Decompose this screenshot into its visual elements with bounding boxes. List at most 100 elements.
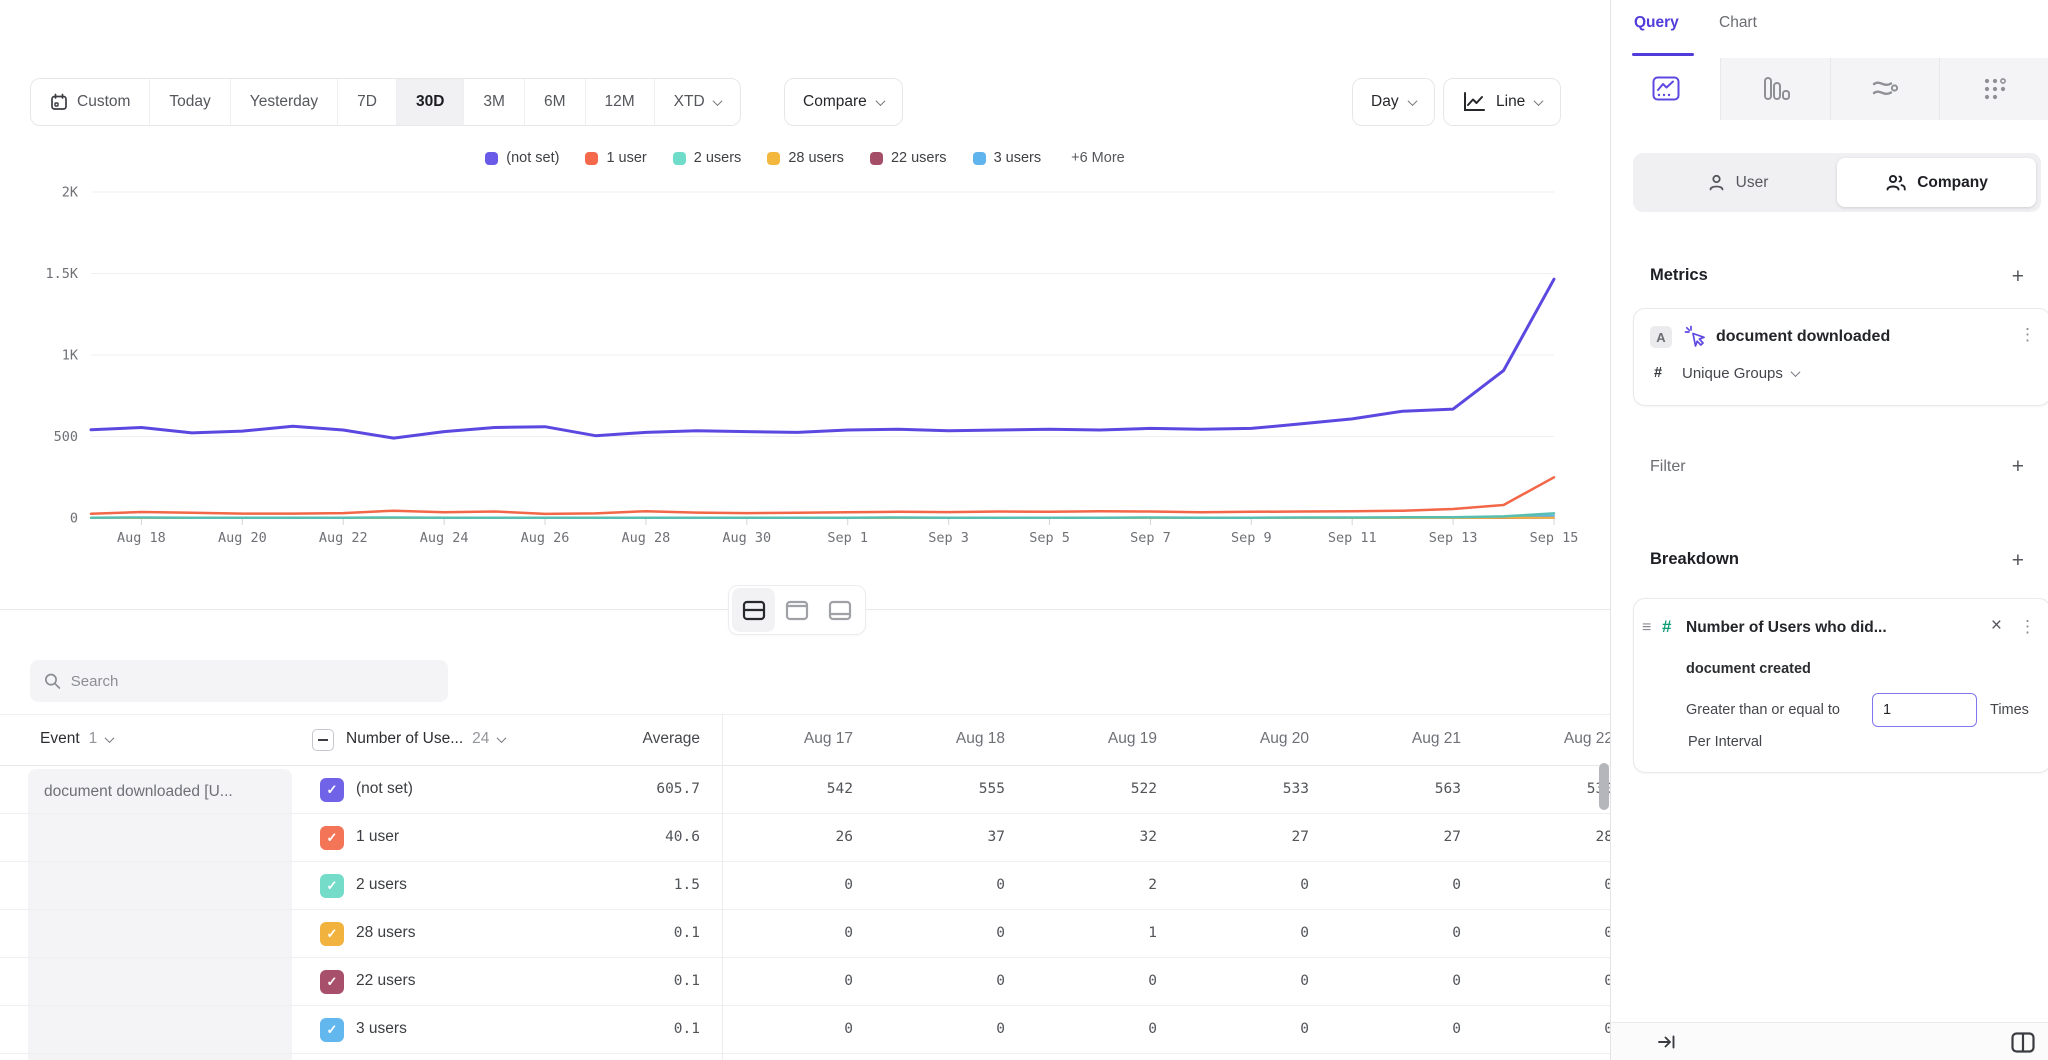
range-label: 7D (357, 93, 377, 111)
cell-value: 563 (1321, 781, 1461, 797)
breakdown-kebab-icon[interactable]: ⋮ (2019, 617, 2036, 637)
series-checkbox[interactable]: ✓ (320, 922, 344, 946)
range-7d[interactable]: 7D (338, 79, 397, 125)
select-all-checkbox[interactable] (312, 729, 334, 751)
breakdown-card[interactable]: ≡ # Number of Users who did... × ⋮ docum… (1633, 598, 2048, 773)
series-label: 2 users (356, 876, 407, 894)
range-custom[interactable]: Custom (31, 79, 150, 125)
tab-line-chart[interactable] (1611, 58, 1720, 120)
tab-flow-chart[interactable] (1830, 58, 1940, 120)
cell-value: 0 (1321, 1021, 1461, 1037)
cell-value: 0 (713, 877, 853, 893)
add-filter-button[interactable]: + (2012, 456, 2024, 477)
drag-handle-icon[interactable]: ≡ (1642, 619, 1651, 637)
table-row: ✓2 users1.5002000 (0, 862, 1610, 910)
main-area: CustomToday Yesterday 7D 30D 3M 6M 12M XTD Comp… (0, 0, 1610, 1060)
range-3m[interactable]: 3M (464, 79, 525, 125)
range-30d[interactable]: 30D (397, 79, 464, 125)
cell-value: 530 (1473, 781, 1610, 797)
range-12m[interactable]: 12M (586, 79, 655, 125)
active-tab-underline (1632, 53, 1694, 56)
scope-user[interactable]: User (1638, 158, 1837, 207)
layout-bottom-panel-view-button[interactable] (819, 588, 862, 632)
series-checkbox[interactable]: ✓ (320, 778, 344, 802)
minus-icon (318, 739, 328, 741)
bar-chart-icon (1762, 76, 1790, 102)
cell-value: 0 (713, 925, 853, 941)
svg-text:Aug 30: Aug 30 (722, 530, 771, 546)
chart-type-button[interactable]: Line (1443, 78, 1561, 126)
metric-badge: A (1650, 326, 1672, 348)
interval-button[interactable]: Day (1352, 78, 1435, 126)
svg-text:Sep 11: Sep 11 (1328, 530, 1377, 546)
cell-value: 542 (713, 781, 853, 797)
table-row: ✓22 users0.1000000 (0, 958, 1610, 1006)
scope-toggle: User Company (1633, 153, 2041, 212)
range-label: 3M (483, 93, 505, 111)
breakdown-condition[interactable]: Greater than or equal to (1686, 702, 1840, 718)
svg-text:Aug 24: Aug 24 (420, 530, 469, 546)
breakdown-value-input[interactable] (1872, 693, 1977, 727)
compare-button[interactable]: Compare (784, 78, 903, 126)
chevron-down-icon (1790, 367, 1800, 377)
split-panel-icon[interactable] (2011, 1032, 2035, 1053)
cell-value: 26 (713, 829, 853, 845)
breakdown-per-interval[interactable]: Per Interval (1688, 734, 1762, 750)
svg-text:2K: 2K (62, 185, 79, 201)
series-column-header[interactable]: Number of Use... 24 (346, 730, 505, 748)
event-column-header[interactable]: Event 1 (40, 730, 113, 748)
series-checkbox[interactable]: ✓ (320, 826, 344, 850)
range-xtd[interactable]: XTD (655, 79, 740, 125)
scope-company-label: Company (1917, 174, 1988, 192)
table-scrollbar[interactable] (1599, 763, 1609, 810)
metric-kebab-icon[interactable]: ⋮ (2019, 325, 2036, 345)
date-column-header: Aug 22 (1473, 730, 1610, 748)
range-today[interactable]: Today (150, 79, 230, 125)
average-column-header: Average (560, 730, 700, 748)
cell-value: 27 (1321, 829, 1461, 845)
range-label: Yesterday (250, 93, 318, 111)
cell-value: 0 (1169, 877, 1309, 893)
tab-grid-chart[interactable] (1939, 58, 2048, 120)
series-label: 3 users (356, 1020, 407, 1038)
query-panel: Query Chart (1610, 0, 2048, 1060)
search-input[interactable] (71, 673, 434, 690)
range-yesterday[interactable]: Yesterday (231, 79, 338, 125)
range-label: 6M (544, 93, 566, 111)
svg-text:1K: 1K (62, 348, 79, 364)
chevron-down-icon (875, 96, 885, 106)
cell-value: 0 (865, 925, 1005, 941)
layout-split-view-button[interactable] (732, 588, 775, 632)
series-checkbox[interactable]: ✓ (320, 970, 344, 994)
table-header: Event 1 Number of Use... 24 Average Aug … (0, 714, 1610, 766)
add-metric-button[interactable]: + (2012, 266, 2024, 287)
average-value: 605.7 (560, 781, 700, 797)
line-chart-icon (1652, 76, 1680, 102)
layout-top-panel-view-button[interactable] (775, 588, 818, 632)
chevron-down-icon (1534, 96, 1544, 106)
table-row: ✓28 users0.1001000 (0, 910, 1610, 958)
aggregation-selector[interactable]: Unique Groups (1682, 365, 1799, 382)
cell-value: 0 (1017, 1021, 1157, 1037)
company-icon (1885, 173, 1907, 192)
series-checkbox[interactable]: ✓ (320, 1018, 344, 1042)
svg-text:Sep 7: Sep 7 (1130, 530, 1171, 546)
cell-value: 0 (1169, 1021, 1309, 1037)
date-column-header: Aug 20 (1169, 730, 1309, 748)
filter-heading: Filter (1650, 458, 1686, 476)
cell-value: 0 (865, 973, 1005, 989)
tab-bar-chart[interactable] (1720, 58, 1830, 120)
layout-toggle (728, 585, 866, 635)
tab-query[interactable]: Query (1634, 14, 1679, 32)
range-6m[interactable]: 6M (525, 79, 586, 125)
aggregation-label: Unique Groups (1682, 365, 1783, 382)
date-column-header: Aug 18 (865, 730, 1005, 748)
close-icon[interactable]: × (1991, 615, 2002, 637)
scope-company[interactable]: Company (1837, 158, 2036, 207)
collapse-panel-icon[interactable] (1657, 1033, 1677, 1051)
add-breakdown-button[interactable]: + (2012, 550, 2024, 571)
tab-chart[interactable]: Chart (1719, 14, 1757, 32)
metric-card[interactable]: A document downloaded ⋮ # Unique Groups (1633, 308, 2048, 406)
range-label: XTD (674, 93, 705, 111)
series-checkbox[interactable]: ✓ (320, 874, 344, 898)
